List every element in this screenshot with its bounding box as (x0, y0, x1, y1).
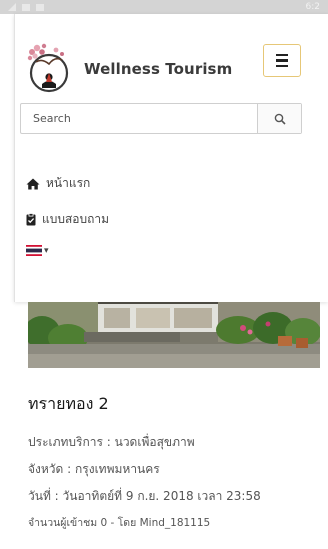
search-form (20, 103, 302, 134)
hamburger-icon (276, 53, 288, 57)
search-icon (274, 113, 286, 125)
search-input[interactable] (21, 104, 257, 133)
status-icons (8, 3, 44, 11)
nav-item-label: หน้าแรก (46, 176, 91, 190)
place-title[interactable]: ทรายทอง 2 (28, 392, 322, 417)
post-date: วันที่ : วันอาทิตย์ที่ 9 ก.ย. 2018 เวลา … (28, 489, 261, 503)
search-button[interactable] (257, 104, 301, 133)
nav-item-home[interactable]: หน้าแรก (26, 174, 90, 193)
brand-title[interactable]: Wellness Tourism (84, 60, 232, 78)
clipboard-icon (26, 213, 36, 226)
navbar-toggle-button[interactable] (263, 44, 301, 77)
wellness-logo (27, 43, 69, 93)
status-time: 6:2 (305, 2, 320, 12)
place-details: ทรายทอง 2 ประเภทบริการ : นวดเพื่อสุขภาพ … (28, 392, 322, 537)
place-photo[interactable] (28, 302, 320, 368)
language-dropdown[interactable]: ▾ (26, 245, 49, 256)
status-bar: 6:2 (0, 0, 328, 14)
thai-flag-icon (26, 245, 42, 256)
chevron-down-icon: ▾ (44, 245, 49, 256)
visitor-count: จำนวนผู้เข้าชม 0 - โดย Mind_181115 (28, 517, 211, 529)
service-type: ประเภทบริการ : นวดเพื่อสุขภาพ (28, 435, 195, 449)
signal-icon (8, 3, 16, 11)
home-icon (26, 178, 40, 189)
nav-item-survey[interactable]: แบบสอบถาม (26, 210, 109, 229)
notification-icon (36, 3, 44, 11)
nav-item-label: แบบสอบถาม (42, 212, 110, 226)
province: จังหวัด : กรุงเทพมหานคร (28, 462, 160, 476)
gallery-icon (22, 3, 30, 11)
